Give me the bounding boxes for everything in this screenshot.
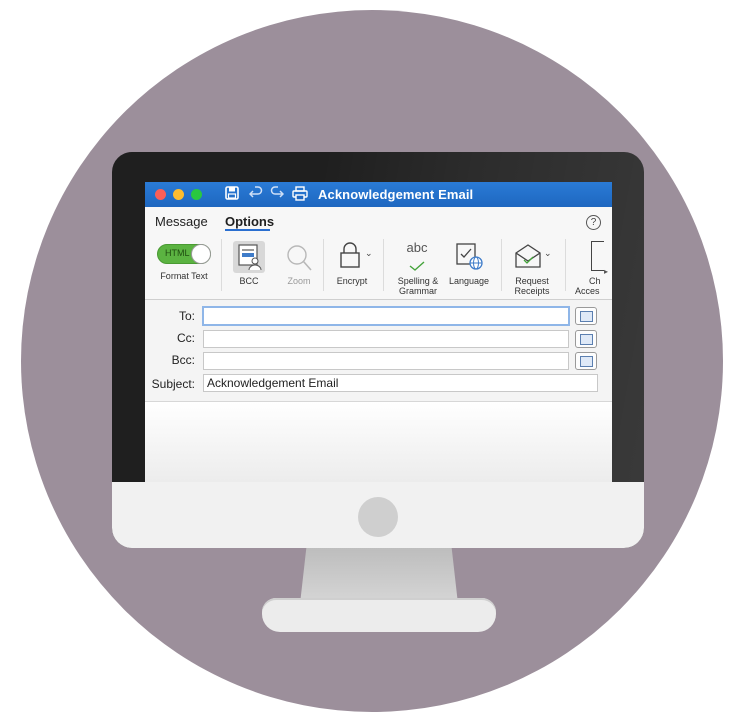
address-book-icon [580,311,593,322]
ribbon-scroll-right-icon[interactable]: ▸ [604,267,608,276]
bcc-field[interactable] [203,352,569,370]
tab-message[interactable]: Message [155,214,208,229]
maximize-window-button[interactable] [191,189,202,200]
ribbon-toolbar: HTML Format Text BCC Zoom ⌄ Encrypt abc … [145,231,612,300]
toggle-label: HTML [165,248,190,258]
spelling-label-line1: Spelling & [397,276,439,286]
receipts-label-line1: Request [515,276,549,286]
redo-icon[interactable] [270,186,285,203]
checkmark-icon [409,258,425,276]
monitor-base [262,598,496,632]
minimize-window-button[interactable] [173,189,184,200]
title-bar: Acknowledgement Email [145,182,612,207]
toggle-knob [191,244,211,264]
address-book-icon [580,334,593,345]
cc-label: Cc: [177,331,195,345]
lock-icon [339,241,361,274]
accessibility-button[interactable]: Ch Acces [575,276,612,296]
chevron-down-icon[interactable]: ⌄ [544,248,552,259]
spelling-grammar-button[interactable]: Spelling & Grammar [391,276,445,296]
bcc-button[interactable] [233,241,265,273]
cc-field[interactable] [203,330,569,348]
bcc-field-label: Bcc: [171,353,195,367]
tab-options[interactable]: Options [225,214,274,229]
address-book-icon [580,356,593,367]
language-button[interactable]: Language [445,276,493,286]
print-icon[interactable] [292,186,308,204]
zoom-button[interactable]: Zoom [281,276,317,286]
encrypt-button[interactable]: Encrypt [329,276,375,286]
format-text-label: Format Text [160,271,208,281]
window-title: Acknowledgement Email [318,187,474,202]
accessibility-icon [591,241,604,271]
receipts-label-line2: Receipts [514,286,550,296]
address-book-bcc-button[interactable] [575,352,597,370]
zoom-icon [285,243,313,278]
spelling-label-line2: Grammar [399,286,437,296]
address-book-cc-button[interactable] [575,330,597,348]
ribbon-tabs: Message Options [145,207,612,231]
to-label: To: [178,309,195,323]
bcc-label: BCC [239,276,259,286]
format-text-toggle[interactable]: HTML [157,244,211,264]
address-book-to-button[interactable] [575,307,597,325]
access-label-line1: Ch [589,276,601,286]
save-icon[interactable] [225,186,239,203]
undo-icon[interactable] [248,186,263,203]
close-window-button[interactable] [155,189,166,200]
subject-label: Subject: [151,377,195,391]
subject-field[interactable]: Acknowledgement Email [203,374,598,392]
chevron-down-icon[interactable]: ⌄ [365,248,373,259]
bcc-icon [238,244,262,271]
language-icon [454,241,484,276]
monitor-logo [358,497,398,537]
help-icon[interactable]: ? [586,215,601,230]
receipt-envelope-icon [514,243,542,274]
monitor-stand [300,548,458,604]
access-label-line2: Acces [575,286,600,296]
request-receipts-button[interactable]: Request Receipts [507,276,557,296]
spelling-icon-text: abc [406,240,428,255]
to-field[interactable] [202,306,570,326]
address-fields: To: Cc: Bcc: Subject: Acknowledgement Em… [145,300,612,402]
message-body[interactable] [145,402,612,482]
email-compose-window: Acknowledgement Email Message Options ? … [145,182,612,482]
